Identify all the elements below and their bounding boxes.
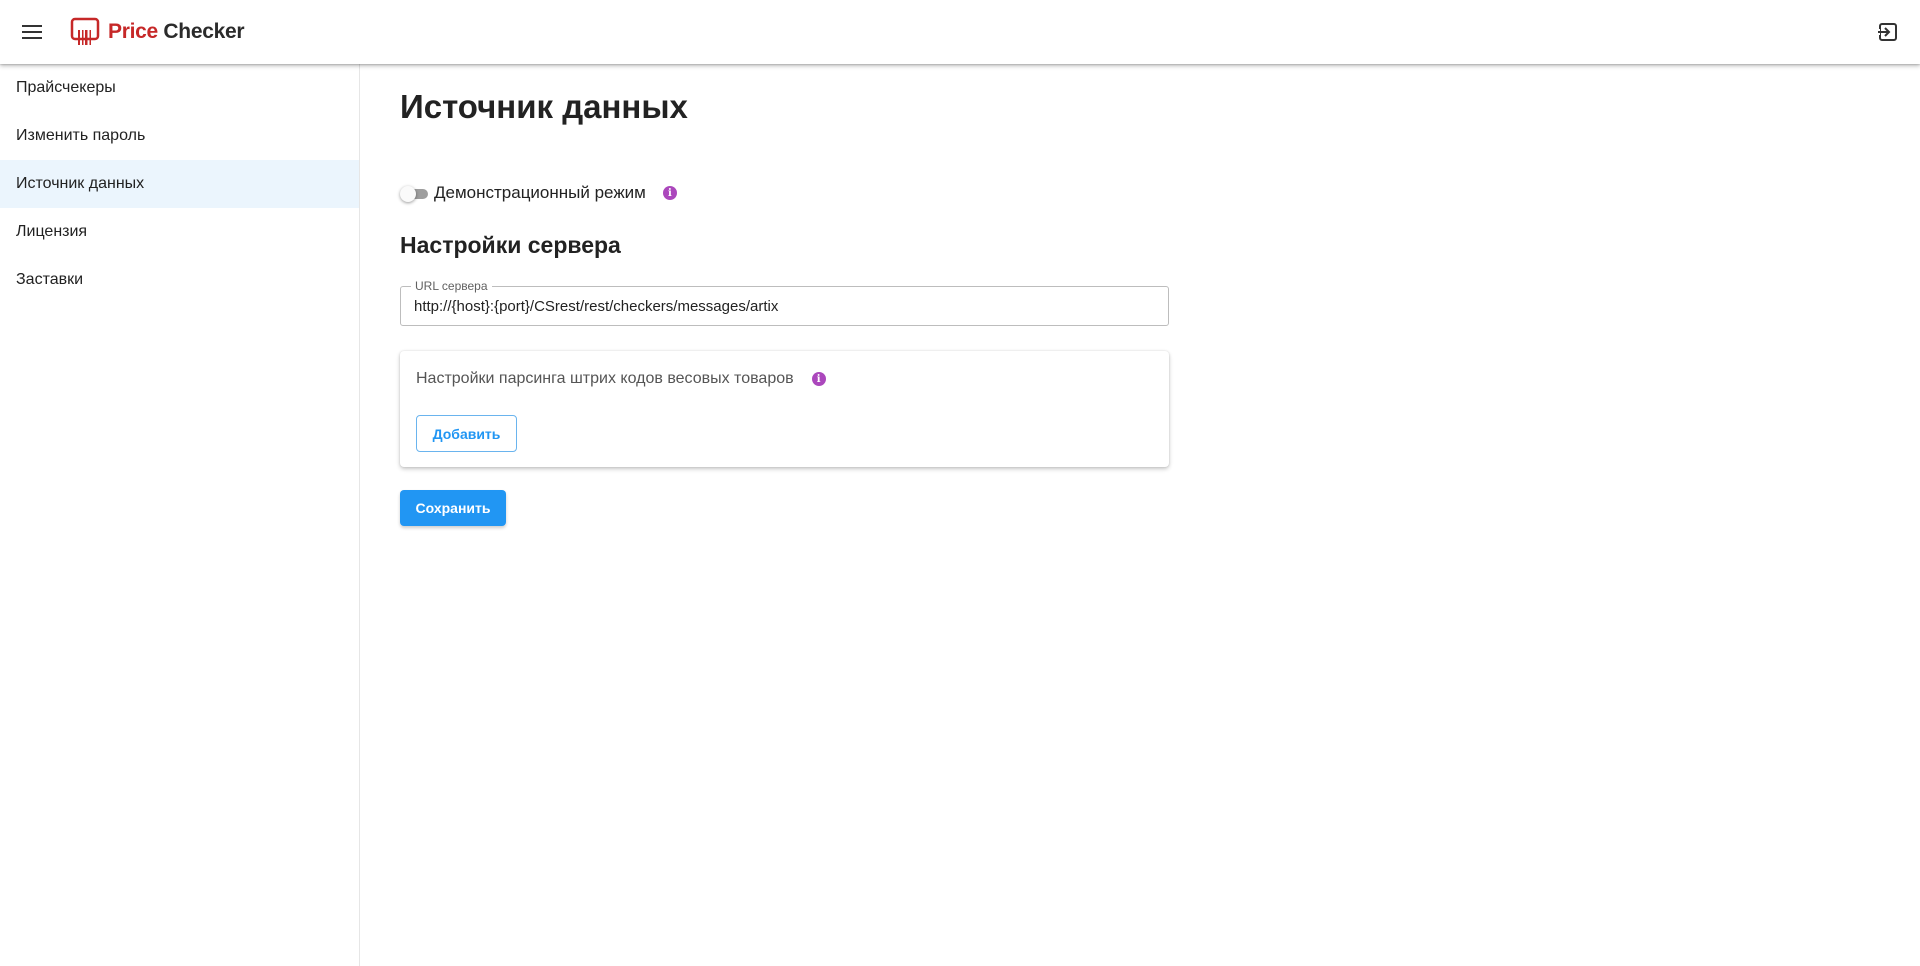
sidebar-item-label: Лицензия — [16, 223, 88, 240]
server-url-field: URL сервера — [400, 279, 1169, 326]
save-button[interactable]: Сохранить — [400, 490, 506, 526]
logout-icon[interactable] — [1874, 18, 1902, 46]
info-icon[interactable]: i — [811, 372, 826, 386]
sidebar-item-price-checkers[interactable]: Прайсчекеры — [0, 64, 359, 112]
app-name-price: Price — [108, 20, 158, 43]
page-title: Источник данных — [400, 88, 688, 125]
barcode-parsing-title: Настройки парсинга штрих кодов весовых т… — [416, 370, 794, 387]
top-app-bar: Price Checker — [0, 0, 1920, 64]
sidebar-item-license[interactable]: Лицензия — [0, 208, 359, 256]
sidebar-item-label: Заставки — [16, 271, 84, 288]
sidebar-item-label: Прайсчекеры — [16, 79, 116, 96]
app-logo[interactable]: Price Checker — [70, 16, 245, 48]
demo-mode-toggle[interactable] — [400, 183, 430, 203]
sidebar-item-label: Изменить пароль — [16, 127, 146, 144]
barcode-parsing-card: Настройки парсинга штрих кодов весовых т… — [400, 351, 1169, 467]
server-url-input[interactable] — [401, 287, 1168, 325]
info-icon[interactable]: i — [662, 186, 677, 200]
hamburger-menu-icon[interactable] — [16, 16, 48, 48]
app-name: Price Checker — [108, 20, 245, 44]
sidebar-item-screensavers[interactable]: Заставки — [0, 256, 359, 304]
server-settings-title: Настройки сервера — [400, 232, 621, 258]
demo-mode-label: Демонстрационный режим — [434, 183, 646, 202]
toggle-thumb — [400, 186, 416, 202]
sidebar-item-label: Источник данных — [16, 175, 145, 192]
barcode-parsing-header: Настройки парсинга штрих кодов весовых т… — [416, 367, 826, 391]
demo-mode-row: Демонстрационный режим i — [400, 179, 677, 207]
sidebar-item-change-password[interactable]: Изменить пароль — [0, 112, 359, 160]
sidebar-nav: Прайсчекеры Изменить пароль Источник дан… — [0, 64, 360, 966]
price-checker-logo-icon — [70, 17, 100, 45]
sidebar-item-data-source[interactable]: Источник данных — [0, 160, 359, 208]
app-name-checker: Checker — [163, 20, 245, 43]
add-button[interactable]: Добавить — [416, 415, 517, 452]
